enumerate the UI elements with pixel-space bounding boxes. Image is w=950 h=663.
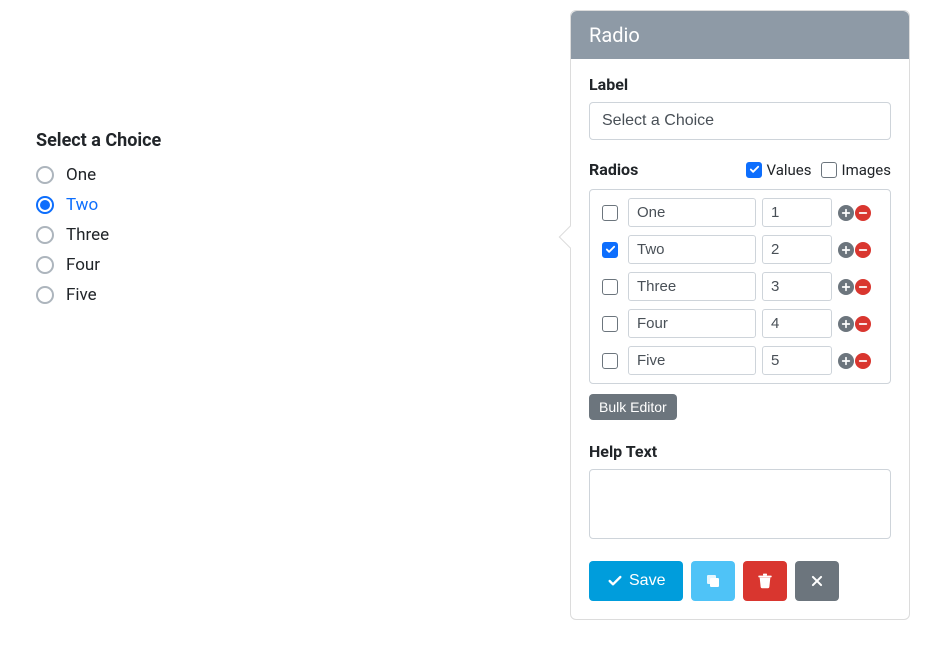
- preview-radio-option[interactable]: Two: [36, 195, 436, 215]
- values-toggle-label: Values: [766, 161, 811, 179]
- radio-icon: [36, 166, 54, 184]
- option-row: [598, 268, 882, 305]
- remove-option-icon[interactable]: [855, 205, 871, 221]
- remove-option-icon[interactable]: [855, 242, 871, 258]
- radio-icon: [36, 256, 54, 274]
- preview-radio-label: Five: [66, 285, 97, 305]
- option-value-input[interactable]: [762, 272, 832, 301]
- add-option-icon[interactable]: [838, 205, 854, 221]
- option-default-checkbox[interactable]: [602, 205, 618, 221]
- remove-option-icon[interactable]: [855, 353, 871, 369]
- label-input[interactable]: [589, 102, 891, 140]
- values-checkbox[interactable]: [746, 162, 762, 178]
- option-default-checkbox[interactable]: [602, 353, 618, 369]
- images-checkbox[interactable]: [821, 162, 837, 178]
- option-row: [598, 305, 882, 342]
- preview-radio-label: Two: [66, 195, 98, 215]
- add-option-icon[interactable]: [838, 242, 854, 258]
- option-label-input[interactable]: [628, 235, 756, 264]
- radio-icon: [36, 286, 54, 304]
- save-button-label: Save: [629, 572, 665, 590]
- option-label-input[interactable]: [628, 309, 756, 338]
- option-label-input[interactable]: [628, 346, 756, 375]
- option-value-input[interactable]: [762, 346, 832, 375]
- values-toggle[interactable]: Values: [746, 161, 811, 179]
- preview-title: Select a Choice: [36, 130, 436, 151]
- preview-radio-option[interactable]: Three: [36, 225, 436, 245]
- images-toggle[interactable]: Images: [821, 161, 891, 179]
- radio-icon: [36, 226, 54, 244]
- remove-option-icon[interactable]: [855, 316, 871, 332]
- close-icon: [810, 574, 824, 588]
- trash-icon: [757, 572, 773, 590]
- preview-radio-option[interactable]: One: [36, 165, 436, 185]
- option-value-input[interactable]: [762, 235, 832, 264]
- delete-button[interactable]: [743, 561, 787, 601]
- preview-radio-option[interactable]: Four: [36, 255, 436, 275]
- preview-radio-option[interactable]: Five: [36, 285, 436, 305]
- option-row-actions: [838, 279, 882, 295]
- option-row: [598, 194, 882, 231]
- label-section-title: Label: [589, 75, 891, 94]
- help-text-title: Help Text: [589, 442, 891, 461]
- bulk-editor-button[interactable]: Bulk Editor: [589, 394, 677, 420]
- option-value-input[interactable]: [762, 198, 832, 227]
- option-value-input[interactable]: [762, 309, 832, 338]
- radio-preview: Select a Choice One Two Three Four Five: [36, 130, 436, 315]
- option-row-actions: [838, 316, 882, 332]
- preview-radio-label: Four: [66, 255, 100, 275]
- option-row: [598, 231, 882, 268]
- save-button[interactable]: Save: [589, 561, 683, 601]
- images-toggle-label: Images: [841, 161, 891, 179]
- help-text-input[interactable]: [589, 469, 891, 539]
- radios-section-title: Radios: [589, 160, 638, 179]
- radios-options-list: [589, 189, 891, 384]
- preview-radio-label: One: [66, 165, 96, 185]
- option-row-actions: [838, 242, 882, 258]
- copy-button[interactable]: [691, 561, 735, 601]
- copy-icon: [704, 572, 722, 590]
- panel-header: Radio: [571, 11, 909, 59]
- add-option-icon[interactable]: [838, 316, 854, 332]
- check-icon: [607, 573, 623, 589]
- option-label-input[interactable]: [628, 198, 756, 227]
- option-default-checkbox[interactable]: [602, 279, 618, 295]
- option-default-checkbox[interactable]: [602, 242, 618, 258]
- option-row-actions: [838, 205, 882, 221]
- close-button[interactable]: [795, 561, 839, 601]
- option-default-checkbox[interactable]: [602, 316, 618, 332]
- option-label-input[interactable]: [628, 272, 756, 301]
- add-option-icon[interactable]: [838, 353, 854, 369]
- option-row: [598, 342, 882, 379]
- preview-radio-label: Three: [66, 225, 109, 245]
- option-row-actions: [838, 353, 882, 369]
- add-option-icon[interactable]: [838, 279, 854, 295]
- radio-icon: [36, 196, 54, 214]
- settings-panel: Radio Label Radios Values Images Bulk Ed…: [570, 10, 910, 620]
- remove-option-icon[interactable]: [855, 279, 871, 295]
